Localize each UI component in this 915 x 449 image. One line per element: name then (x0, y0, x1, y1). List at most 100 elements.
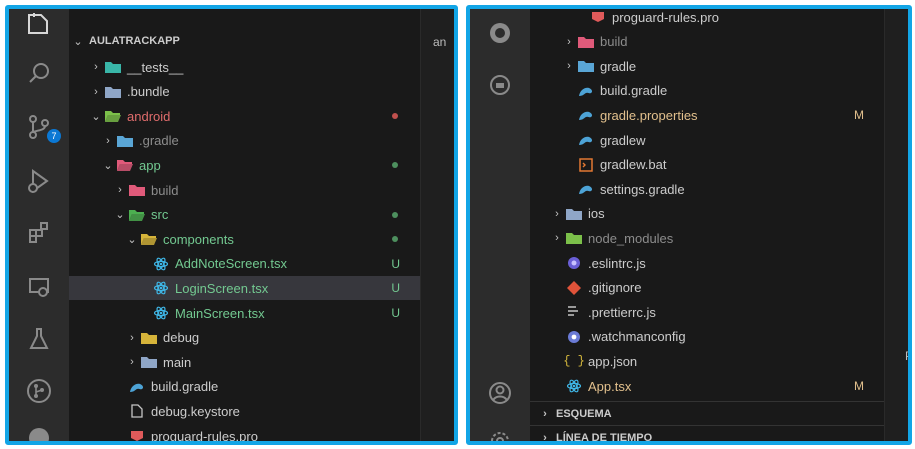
settings-gear-icon[interactable] (470, 425, 530, 441)
tree-folder-row[interactable]: › ios (530, 202, 884, 226)
git-status-badge: M (854, 108, 864, 123)
extensions-icon[interactable] (9, 217, 69, 249)
remote-explorer-icon[interactable] (9, 271, 69, 303)
folder-icon (105, 85, 121, 99)
tree-item-label: .eslintrc.js (588, 255, 646, 271)
tree-item-label: gradlew (600, 132, 646, 148)
chevron-right-icon: › (130, 331, 134, 344)
github-icon[interactable] (9, 423, 69, 441)
section-label: LÍNEA DE TIEMPO (556, 432, 653, 444)
tree-folder-row[interactable]: › build (530, 30, 884, 54)
search-icon[interactable] (9, 57, 69, 89)
tree-file-row[interactable]: proguard-rules.pro (69, 424, 420, 444)
tree-file-row[interactable]: proguard-rules.pro (530, 9, 884, 29)
folder-icon (141, 355, 157, 369)
tree-item-label: .watchmanconfig (588, 329, 686, 345)
tree-file-row[interactable]: gradlew (530, 128, 884, 152)
tree-folder-row[interactable]: › node_modules (530, 226, 884, 250)
chevron-right-icon: › (567, 60, 571, 73)
folder-icon (141, 331, 157, 345)
gradle-file-icon (578, 108, 594, 122)
tree-folder-row[interactable]: › gradle (530, 54, 884, 78)
chevron-down-icon: ⌄ (115, 209, 125, 222)
docker-icon[interactable] (470, 69, 530, 101)
tree-folder-row[interactable]: ⌄ src (69, 203, 420, 227)
eslint-file-icon (566, 256, 582, 270)
git-status-dot (392, 236, 398, 243)
outline-section-header[interactable]: › ESQUEMA (530, 401, 884, 426)
chevron-right-icon: › (555, 232, 559, 245)
tree-file-row[interactable]: AddNoteScreen.tsx U (69, 252, 420, 276)
tree-folder-row[interactable]: ⌄ app (69, 153, 420, 177)
tree-item-label: proguard-rules.pro (151, 428, 258, 444)
git-graph-icon[interactable] (9, 375, 69, 407)
tree-item-label: ios (588, 206, 605, 222)
folder-icon (105, 60, 121, 74)
tree-file-row[interactable]: MainScreen.tsx U (69, 301, 420, 325)
tree-item-label: android (127, 108, 171, 124)
tree-folder-row[interactable]: › .gradle (69, 129, 420, 153)
tree-item-label: debug (163, 330, 200, 346)
tree-item-label: .prettierrc.js (588, 304, 656, 320)
editor-tab-text: an (433, 35, 447, 49)
folder-icon (129, 183, 145, 197)
tree-folder-row[interactable]: › build (69, 178, 420, 202)
tree-file-row[interactable]: { } app.json (530, 349, 884, 373)
explorer-icon[interactable] (9, 9, 69, 39)
run-debug-icon[interactable] (9, 165, 69, 197)
folder-open-icon (117, 158, 133, 172)
project-folder-header[interactable]: ⌄ AULATRACKAPP (69, 29, 420, 53)
chevron-right-icon: › (94, 85, 98, 98)
tree-folder-row[interactable]: ⌄ components (69, 227, 420, 251)
section-label: ESQUEMA (556, 408, 612, 420)
tree-folder-row[interactable]: › debug (69, 326, 420, 350)
chevron-right-icon: › (106, 134, 110, 147)
accounts-icon[interactable] (470, 377, 530, 409)
tree-file-row[interactable]: .watchmanconfig (530, 325, 884, 349)
file-explorer: ⌄ AULATRACKAPP › __tests__ › .bundle ⌄ androi… (69, 9, 420, 441)
source-control-icon[interactable]: 7 (9, 111, 69, 143)
tree-file-row[interactable]: debug.keystore (69, 399, 420, 423)
bat-file-icon (578, 157, 594, 172)
tree-file-row[interactable]: gradlew.bat (530, 153, 884, 177)
editor-area: P (884, 9, 908, 441)
chevron-right-icon: › (543, 432, 547, 444)
tree-item-label: gradle (600, 58, 637, 74)
chevron-right-icon: › (555, 207, 559, 220)
tree-file-row[interactable]: gradle.properties M (530, 103, 884, 127)
tree-file-row[interactable]: build.gradle (69, 375, 420, 399)
tree-file-row[interactable]: App.tsx M (530, 374, 884, 398)
file-icon (129, 404, 145, 419)
tree-folder-row[interactable]: › __tests__ (69, 55, 420, 79)
tree-file-row[interactable]: .gitignore (530, 276, 884, 300)
folder-open-icon (141, 232, 157, 246)
testing-icon[interactable] (9, 323, 69, 355)
folder-icon (578, 35, 594, 49)
tree-file-row[interactable]: LoginScreen.tsx U (69, 276, 420, 301)
tree-file-row[interactable]: .eslintrc.js (530, 251, 884, 275)
tree-item-label: .bundle (127, 84, 170, 100)
tree-file-row[interactable]: .prettierrc.js (530, 300, 884, 324)
tree-item-label: proguard-rules.pro (612, 9, 719, 25)
editor-text-fragment: P (905, 349, 908, 363)
tree-file-row[interactable]: build.gradle (530, 79, 884, 103)
git-status-badge: U (391, 306, 400, 320)
tree-folder-row[interactable]: › .bundle (69, 80, 420, 104)
timeline-section-header[interactable]: › LÍNEA DE TIEMPO (530, 425, 884, 444)
tree-item-label: main (163, 354, 192, 370)
git-status-badge: M (854, 379, 864, 393)
json-file-icon: { } (563, 354, 585, 369)
git-status-dot (392, 211, 398, 218)
chevron-right-icon: › (543, 408, 547, 420)
git-file-icon (566, 280, 582, 295)
tree-folder-row[interactable]: › main (69, 350, 420, 374)
tree-folder-row[interactable]: ⌄ android (69, 104, 420, 128)
tree-item-label: build (151, 182, 179, 198)
gradle-file-icon (578, 84, 594, 98)
git-status-dot (392, 113, 398, 120)
prettier-file-icon (566, 305, 582, 319)
github-icon[interactable] (470, 17, 530, 49)
tree-file-row[interactable]: settings.gradle (530, 177, 884, 201)
project-title: AULATRACKAPP (89, 35, 180, 47)
watchman-file-icon (566, 330, 582, 344)
